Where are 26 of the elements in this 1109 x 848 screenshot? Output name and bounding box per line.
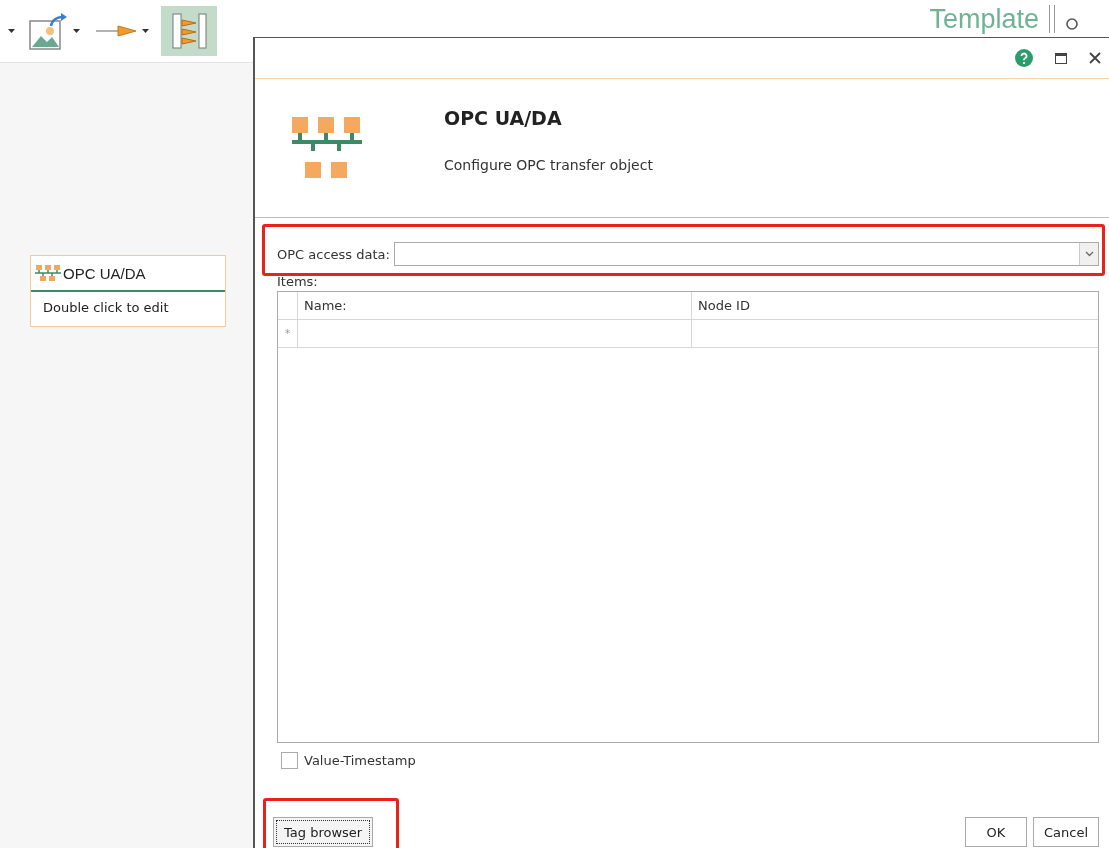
diagram-node[interactable]: OPC UA/DA Double click to edit — [30, 255, 226, 327]
network-icon — [35, 265, 61, 281]
image-icon — [29, 11, 69, 51]
chevron-icon[interactable] — [1079, 243, 1098, 265]
swimlane-icon — [169, 11, 209, 51]
dialog-subtitle: Configure OPC transfer object — [444, 157, 653, 173]
dropdown-field[interactable] — [393, 242, 1099, 266]
page-title: Template — [929, 5, 1039, 33]
column-header[interactable]: Node ID — [692, 292, 1098, 319]
close-icon[interactable] — [1089, 52, 1101, 64]
dialog-title: OPC UA/DA — [444, 107, 563, 129]
node-title: OPC UA/DA — [63, 264, 146, 282]
maximize-icon[interactable] — [1055, 52, 1067, 64]
section-label: Items: — [277, 274, 319, 289]
dialog-button[interactable]: Cancel — [1032, 817, 1099, 847]
toolbar-button[interactable] — [161, 6, 217, 56]
arrow-icon — [96, 24, 138, 38]
search-icon[interactable] — [1065, 17, 1079, 31]
column-header[interactable]: Name: — [298, 292, 692, 319]
help-icon[interactable] — [1015, 49, 1033, 67]
node-hint: Double click to edit — [42, 299, 170, 317]
dialog-button[interactable]: Tag browser — [273, 817, 374, 847]
dialog-button[interactable]: OK — [964, 817, 1027, 847]
checkbox[interactable]: Value-Timestamp — [281, 752, 416, 769]
network-icon — [292, 117, 364, 181]
field-label: OPC access data: — [277, 246, 390, 262]
